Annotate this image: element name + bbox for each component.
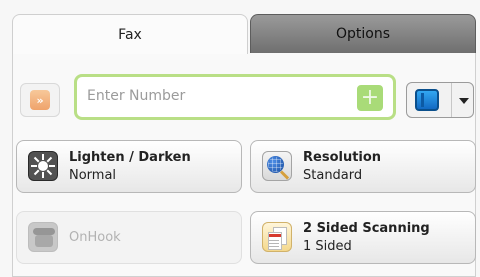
resolution-icon	[262, 151, 292, 181]
lighten-darken-value: Normal	[69, 168, 117, 183]
enter-number-field[interactable]: Enter Number +	[74, 74, 396, 120]
address-book-divider	[451, 83, 452, 117]
two-sided-scan-icon	[262, 222, 292, 252]
resolution-label: Resolution	[303, 150, 382, 165]
add-icon: +	[360, 85, 380, 110]
chevron-down-icon	[459, 98, 469, 104]
tab-fax[interactable]: Fax	[12, 14, 248, 54]
tab-options[interactable]: Options	[250, 14, 476, 54]
address-book-spine	[421, 93, 424, 107]
two-sided-scanning-value: 1 Sided	[303, 239, 352, 254]
two-sided-scanning-button[interactable]: 2 Sided Scanning 1 Sided	[250, 211, 476, 264]
resolution-value: Standard	[303, 168, 363, 183]
tab-options-label: Options	[335, 26, 391, 42]
address-book-icon	[415, 89, 439, 111]
lighten-darken-button[interactable]: Lighten / Darken Normal	[16, 140, 242, 193]
enter-number-placeholder: Enter Number	[87, 88, 186, 104]
phone-icon	[28, 222, 58, 252]
brightness-icon	[28, 151, 58, 181]
speed-dial-icon: »	[30, 90, 50, 110]
onhook-label: OnHook	[69, 230, 121, 245]
add-recipient-button[interactable]: +	[357, 85, 383, 111]
lighten-darken-label: Lighten / Darken	[69, 150, 191, 165]
two-sided-scanning-label: 2 Sided Scanning	[303, 221, 430, 236]
tab-fax-label: Fax	[118, 26, 142, 43]
onhook-button: OnHook	[16, 211, 242, 264]
speed-dial-button[interactable]: »	[20, 83, 60, 117]
resolution-button[interactable]: Resolution Standard	[250, 140, 476, 193]
address-book-button[interactable]	[406, 82, 474, 118]
